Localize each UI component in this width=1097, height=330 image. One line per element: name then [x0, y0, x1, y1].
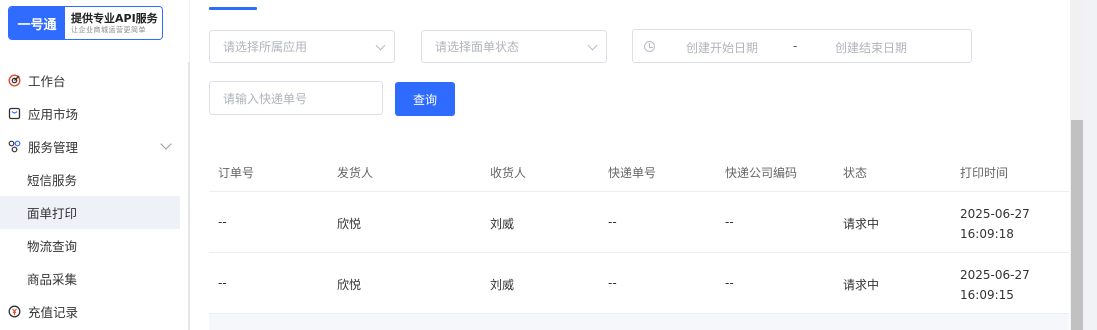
column-header: 订单号	[218, 166, 255, 180]
sidebar: 一号通 提供专业API服务 让企业商城运营更简单 工作台 应用市场 服务管理 短…	[0, 0, 190, 330]
order-number-cell: --	[218, 276, 227, 290]
sidebar-item-label: 充值记录	[28, 305, 79, 320]
status-select-placeholder: 请选择面单状态	[435, 40, 520, 54]
status-select[interactable]: 请选择面单状态	[421, 30, 607, 63]
app-select[interactable]: 请选择所属应用	[209, 30, 395, 63]
sidebar-item-label: 应用市场	[28, 107, 79, 122]
sidebar-item-product-collect[interactable]: 商品采集	[0, 262, 188, 295]
column-header: 快递单号	[608, 166, 657, 180]
clock-icon	[644, 41, 655, 52]
table-row[interactable]	[209, 314, 1069, 330]
tracking-number-input[interactable]: 请输入快递单号	[209, 81, 383, 115]
print-time-cell: 2025-06-27 16:09:18	[960, 207, 1030, 241]
column-header: 收货人	[490, 166, 527, 180]
logo-tagline: 提供专业API服务	[71, 11, 158, 25]
date-range-picker[interactable]: 创建开始日期 - 创建结束日期	[632, 29, 972, 63]
sidebar-item-waybill-print[interactable]: 面单打印	[0, 196, 180, 229]
sidebar-item-recharge-records[interactable]: 充值记录	[0, 295, 188, 328]
sidebar-item-label: 工作台	[28, 74, 66, 89]
sender-cell: 欣悦	[337, 278, 362, 292]
active-tab-indicator	[209, 7, 257, 10]
order-number-cell: --	[218, 215, 227, 229]
sidebar-menu: 工作台 应用市场 服务管理 短信服务 面单打印 物流查询 商品采集 充值记录	[0, 64, 188, 328]
sidebar-item-label: 服务管理	[28, 140, 79, 155]
tracking-number-cell: --	[608, 276, 617, 290]
table-header: 订单号 发货人 收货人 快递单号 快递公司编码 状态 打印时间	[209, 151, 1069, 192]
sender-cell: 欣悦	[337, 217, 362, 231]
sidebar-item-label: 短信服务	[27, 173, 78, 188]
sidebar-item-logistics-query[interactable]: 物流查询	[0, 229, 188, 262]
shopping-bag-icon	[8, 107, 21, 120]
sidebar-item-workbench[interactable]: 工作台	[0, 64, 188, 97]
receiver-cell: 刘威	[490, 217, 515, 231]
brand-logo[interactable]: 一号通 提供专业API服务 让企业商城运营更简单	[8, 6, 163, 40]
courier-code-cell: --	[725, 215, 734, 229]
courier-code-cell: --	[725, 276, 734, 290]
chevron-down-icon[interactable]	[160, 138, 172, 150]
receiver-cell: 刘威	[490, 278, 515, 292]
status-cell: 请求中	[843, 278, 880, 292]
tracking-number-placeholder: 请输入快递单号	[223, 91, 308, 106]
yuan-coin-icon	[8, 305, 21, 318]
sidebar-item-app-market[interactable]: 应用市场	[0, 97, 188, 130]
query-button[interactable]: 查询	[395, 82, 455, 116]
chevron-down-icon	[375, 40, 386, 51]
sidebar-item-label: 面单打印	[27, 206, 78, 221]
sidebar-item-label: 物流查询	[27, 239, 78, 254]
print-time-cell: 2025-06-27 16:09:15	[960, 268, 1030, 302]
status-cell: 请求中	[843, 217, 880, 231]
dashboard-target-icon	[8, 74, 21, 87]
end-date-input[interactable]: 创建结束日期	[835, 39, 907, 56]
main-content: 请选择所属应用 请选择面单状态 创建开始日期 - 创建结束日期 请输入快递单号 …	[190, 0, 1070, 330]
app-select-placeholder: 请选择所属应用	[223, 40, 308, 54]
sidebar-item-sms-service[interactable]: 短信服务	[0, 163, 188, 196]
page-scrollbar-thumb[interactable]	[1071, 120, 1083, 330]
column-header: 发货人	[337, 166, 374, 180]
chevron-down-icon	[587, 40, 598, 51]
app-root: 一号通 提供专业API服务 让企业商城运营更简单 工作台 应用市场 服务管理 短…	[0, 0, 1097, 330]
cluster-icon	[8, 140, 21, 153]
date-separator: -	[793, 39, 798, 53]
column-header: 状态	[843, 166, 868, 180]
page-scrollbar[interactable]	[1070, 0, 1084, 330]
tracking-number-cell: --	[608, 215, 617, 229]
start-date-input[interactable]: 创建开始日期	[686, 39, 758, 56]
table-row[interactable]: -- 欣悦 刘威 -- -- 请求中 2025-06-27 16:09:18	[209, 192, 1069, 253]
sidebar-item-label: 商品采集	[27, 272, 78, 287]
logo-slogan: 让企业商城运营更简单	[71, 25, 146, 34]
column-header: 打印时间	[960, 166, 1009, 180]
sidebar-item-service-management[interactable]: 服务管理	[0, 130, 188, 163]
logo-text: 一号通	[9, 7, 65, 39]
table-row[interactable]: -- 欣悦 刘威 -- -- 请求中 2025-06-27 16:09:15	[209, 253, 1069, 314]
column-header: 快递公司编码	[725, 166, 798, 180]
